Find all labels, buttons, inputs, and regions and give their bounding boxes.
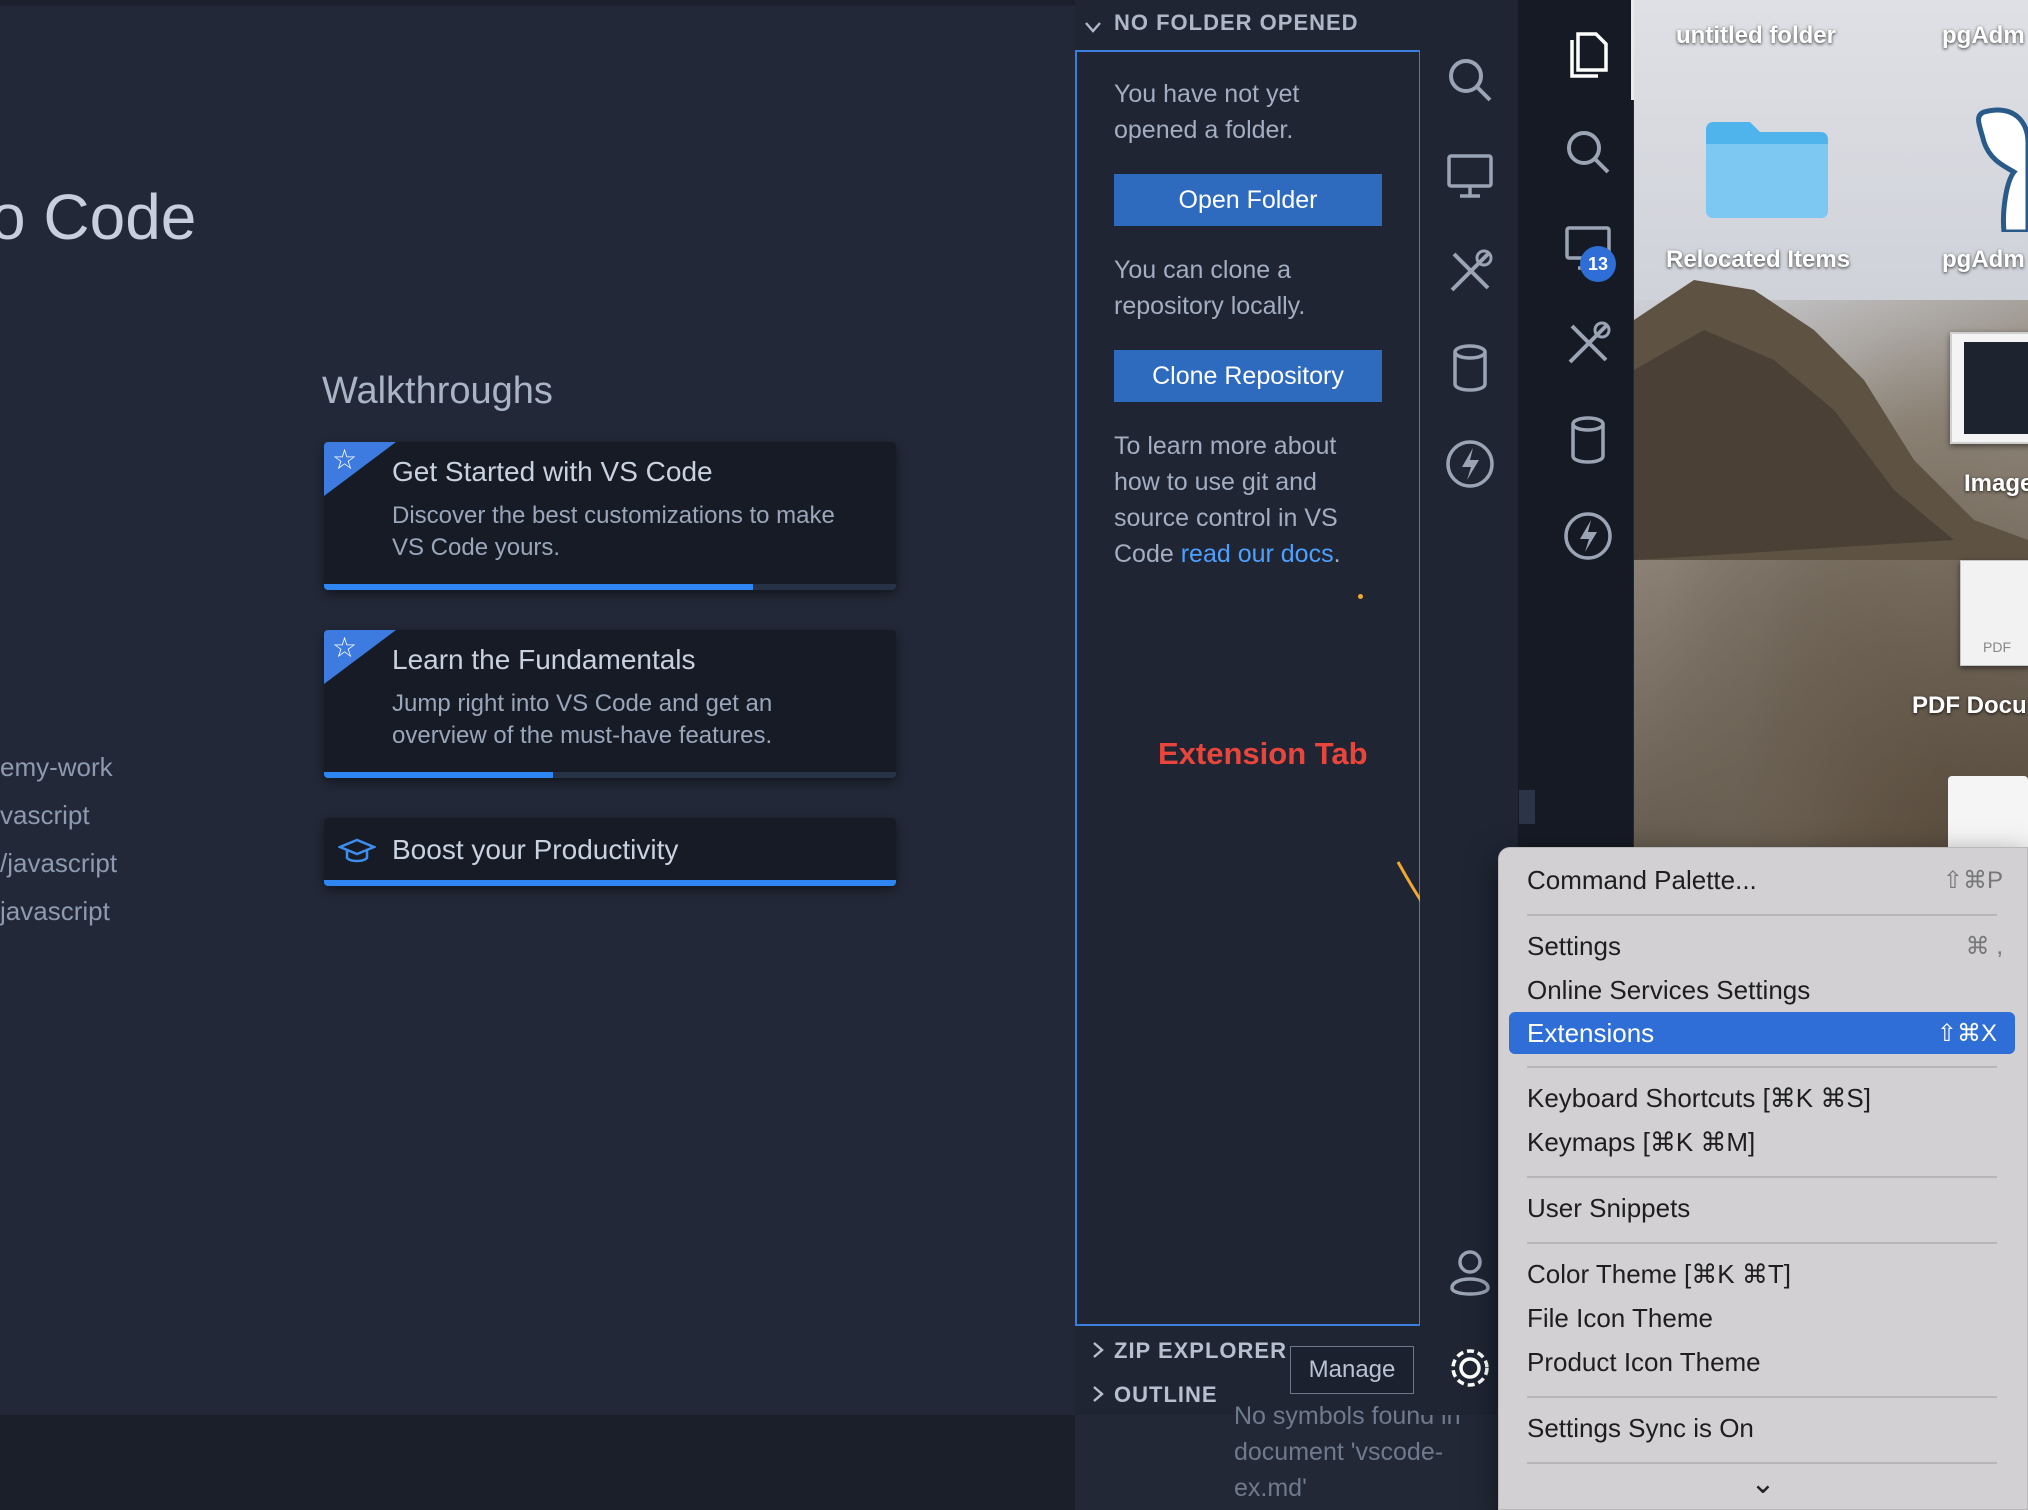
no-folder-panel	[1075, 50, 1421, 1326]
menu-item-label: Settings	[1527, 930, 1621, 961]
walkthrough-card-productivity[interactable]: Boost your Productivity	[324, 818, 896, 886]
desktop-item-label[interactable]: untitled folder	[1676, 22, 1836, 50]
read-docs-link[interactable]: read our docs	[1181, 540, 1334, 568]
cursor-dot	[1358, 594, 1363, 599]
search-icon[interactable]	[1442, 52, 1498, 108]
editor-top-strip	[0, 0, 1075, 6]
menu-more-chevron-icon[interactable]: ⌄	[1499, 1466, 2027, 1501]
notification-badge: 13	[1580, 246, 1616, 282]
progress-bar	[324, 584, 753, 590]
menu-separator	[1527, 914, 1997, 916]
menu-item-label: Keymaps [⌘K ⌘M]	[1527, 1126, 1756, 1157]
menu-item-user-snippets[interactable]: User Snippets	[1527, 1188, 2003, 1228]
recent-item[interactable]: vascript	[0, 800, 90, 831]
walkthrough-card-fundamentals[interactable]: ☆ Learn the Fundamentals Jump right into…	[324, 630, 896, 778]
menu-separator	[1527, 1066, 1997, 1068]
database-icon[interactable]	[1560, 412, 1616, 468]
menu-item-shortcut: ⇧⌘P	[1942, 866, 2003, 894]
recent-item[interactable]: emy-work	[0, 752, 113, 783]
no-folder-message: You have not yet opened a folder.	[1114, 80, 1300, 144]
progress-bar	[324, 772, 553, 778]
panel-strip	[0, 1415, 1075, 1510]
menu-item-online-services-settings[interactable]: Online Services Settings	[1527, 970, 2003, 1010]
menu-item-keyboard-shortcuts[interactable]: Keyboard Shortcuts [⌘K ⌘S]	[1527, 1078, 2003, 1118]
pdf-document-icon[interactable]: PDF	[1960, 560, 2028, 666]
card-title: Get Started with VS Code	[392, 456, 713, 487]
clone-repository-button[interactable]: Clone Repository	[1114, 350, 1382, 402]
clone-message: You can clone a repository locally.	[1114, 256, 1306, 320]
pgadmin-elephant-icon[interactable]	[1944, 102, 2028, 232]
menu-item-label: Keyboard Shortcuts [⌘K ⌘S]	[1527, 1082, 1871, 1113]
desktop-file-icon[interactable]	[1948, 776, 2028, 856]
recent-item[interactable]: javascript	[0, 896, 110, 927]
menu-item-file-icon-theme[interactable]: File Icon Theme	[1527, 1298, 2003, 1338]
star-icon: ☆	[332, 444, 358, 475]
git-docs-message: To learn more about how to use git and s…	[1114, 428, 1384, 572]
card-description: Discover the best customizations to make…	[392, 502, 835, 561]
menu-item-label: File Icon Theme	[1527, 1302, 1713, 1333]
walkthrough-card-get-started[interactable]: ☆ Get Started with VS Code Discover the …	[324, 442, 896, 590]
menu-item-settings[interactable]: Settings ⌘ ,	[1527, 926, 2003, 966]
menu-separator	[1527, 1176, 1997, 1178]
tools-icon[interactable]	[1442, 244, 1498, 300]
remote-explorer-icon[interactable]	[1442, 148, 1498, 204]
menu-item-label: Online Services Settings	[1527, 974, 1811, 1005]
menu-item-shortcut: ⌘ ,	[1965, 932, 2003, 960]
menu-item-extensions[interactable]: Extensions ⇧⌘X	[1509, 1012, 2015, 1054]
star-icon: ☆	[332, 632, 358, 663]
recent-item[interactable]: /javascript	[0, 848, 117, 879]
chevron-right-icon[interactable]	[1088, 1384, 1108, 1404]
desktop-item-label[interactable]: Image	[1964, 470, 2028, 498]
mortarboard-icon	[338, 838, 376, 863]
lightning-icon[interactable]	[1442, 436, 1498, 492]
welcome-title: o Code	[0, 181, 197, 253]
progress-bar	[324, 880, 896, 886]
tools-icon[interactable]	[1560, 316, 1616, 372]
menu-item-command-palette[interactable]: Command Palette... ⇧⌘P	[1527, 860, 2003, 900]
folder-icon[interactable]	[1702, 112, 1832, 222]
desktop-item-label[interactable]: PDF Docu	[1912, 692, 2027, 720]
zip-explorer-header[interactable]: ZIP EXPLORER	[1114, 1338, 1287, 1364]
menu-separator	[1527, 1396, 1997, 1398]
manage-tooltip: Manage	[1290, 1346, 1414, 1394]
menu-item-shortcut: ⇧⌘X	[1936, 1019, 1997, 1047]
desktop-item-label[interactable]: pgAdm	[1942, 22, 2025, 50]
manage-context-menu: Command Palette... ⇧⌘P Settings ⌘ , Online…	[1498, 847, 2028, 1510]
menu-item-label: Extensions	[1527, 1017, 1655, 1048]
desktop-item-label[interactable]: pgAdm	[1942, 246, 2025, 274]
menu-item-settings-sync[interactable]: Settings Sync is On	[1527, 1408, 2003, 1448]
menu-separator	[1527, 1242, 1997, 1244]
menu-item-label: Command Palette...	[1527, 864, 1757, 895]
menu-item-color-theme[interactable]: Color Theme [⌘K ⌘T]	[1527, 1254, 2003, 1294]
menu-item-keymaps[interactable]: Keymaps [⌘K ⌘M]	[1527, 1122, 2003, 1162]
scroll-thumb[interactable]	[1519, 790, 1535, 824]
git-docs-period: .	[1333, 540, 1341, 568]
image-thumbnail-icon[interactable]	[1950, 332, 2028, 444]
gear-icon[interactable]	[1442, 1340, 1498, 1396]
pdf-tag: PDF	[1983, 639, 2011, 655]
open-folder-button[interactable]: Open Folder	[1114, 174, 1382, 226]
card-description: Jump right into VS Code and get an overv…	[392, 690, 773, 749]
extension-tab-annotation: Extension Tab	[1158, 736, 1368, 771]
menu-item-label: Settings Sync is On	[1527, 1412, 1754, 1443]
menu-item-label: User Snippets	[1527, 1192, 1691, 1223]
chevron-down-icon[interactable]	[1082, 16, 1104, 38]
search-icon[interactable]	[1560, 124, 1616, 180]
desktop-item-label[interactable]: Relocated Items	[1666, 246, 1850, 274]
walkthroughs-heading: Walkthroughs	[322, 370, 553, 412]
no-folder-header[interactable]: NO FOLDER OPENED	[1114, 10, 1359, 36]
menu-item-label: Product Icon Theme	[1527, 1346, 1761, 1377]
menu-separator	[1527, 1462, 1997, 1464]
outline-header[interactable]: OUTLINE	[1114, 1382, 1218, 1408]
card-title: Boost your Productivity	[392, 834, 679, 865]
lightning-icon[interactable]	[1560, 508, 1616, 564]
menu-item-label: Color Theme [⌘K ⌘T]	[1527, 1258, 1791, 1289]
database-icon[interactable]	[1442, 340, 1498, 396]
menu-item-product-icon-theme[interactable]: Product Icon Theme	[1527, 1342, 2003, 1382]
card-title: Learn the Fundamentals	[392, 644, 696, 675]
files-icon[interactable]	[1560, 26, 1616, 82]
chevron-right-icon[interactable]	[1088, 1340, 1108, 1360]
account-icon[interactable]	[1442, 1244, 1498, 1300]
